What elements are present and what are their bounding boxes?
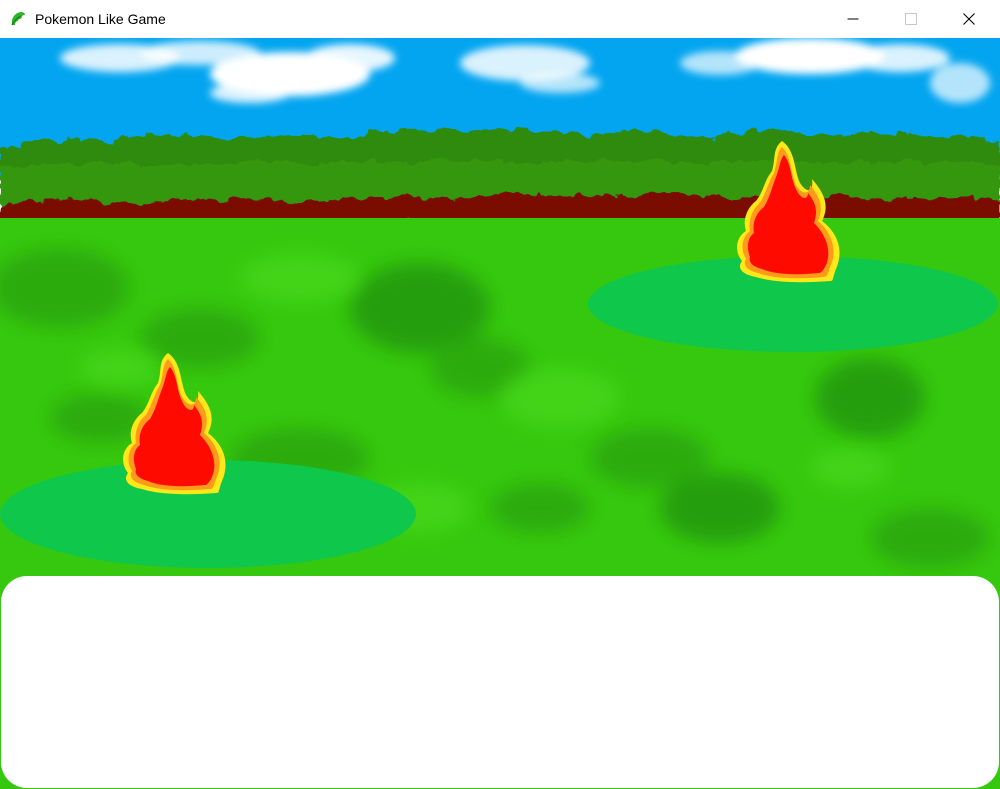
title-bar[interactable]: Pokemon Like Game bbox=[0, 0, 1000, 38]
close-button[interactable] bbox=[940, 0, 998, 38]
minimize-button[interactable] bbox=[824, 0, 882, 38]
maximize-button[interactable] bbox=[882, 0, 940, 38]
minimize-icon bbox=[847, 18, 859, 20]
green-leaf-icon bbox=[11, 12, 25, 26]
maximize-icon bbox=[905, 13, 917, 25]
window-title: Pokemon Like Game bbox=[35, 11, 166, 27]
close-icon bbox=[963, 13, 975, 25]
dialog-box[interactable] bbox=[1, 576, 999, 788]
game-window: Pokemon Like Game bbox=[0, 0, 1000, 789]
